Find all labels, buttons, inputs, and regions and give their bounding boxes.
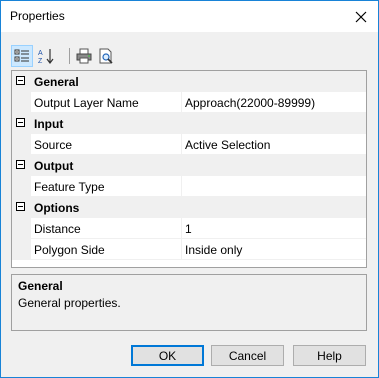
property-row[interactable]: Distance 1 — [12, 218, 366, 239]
property-row[interactable]: Polygon Side Inside only — [12, 239, 366, 260]
ok-button[interactable]: OK — [131, 345, 204, 366]
description-text: General properties. — [18, 296, 121, 310]
cancel-button[interactable]: Cancel — [211, 345, 284, 366]
category-label: General — [34, 75, 79, 89]
row-gutter — [12, 239, 31, 260]
property-grid-toolbar: A Z — [11, 45, 371, 67]
title-bar[interactable]: Properties — [1, 1, 378, 32]
property-grid: General Output Layer Name Approach(22000-8… — [11, 70, 367, 268]
column-divider — [181, 176, 182, 197]
toolbar-separator — [69, 48, 70, 64]
property-name: Polygon Side — [34, 243, 105, 257]
row-divider — [31, 259, 366, 260]
row-gutter — [12, 218, 31, 239]
column-divider — [181, 218, 182, 239]
property-value[interactable]: Active Selection — [185, 138, 270, 152]
property-name: Feature Type — [34, 180, 105, 194]
sort-alphabetical-icon: A Z — [38, 49, 54, 65]
row-gutter — [12, 92, 31, 113]
sort-alphabetical-button[interactable]: A Z — [35, 45, 57, 67]
property-name: Source — [34, 138, 73, 152]
close-icon — [355, 11, 367, 22]
property-value[interactable]: 1 — [185, 222, 192, 236]
category-label: Input — [34, 117, 64, 131]
property-row[interactable]: Feature Type — [12, 176, 366, 197]
window-title: Properties — [10, 9, 65, 23]
categorized-icon — [14, 49, 29, 62]
category-label: Options — [34, 201, 80, 215]
print-preview-icon — [99, 48, 113, 64]
category-label: Output — [34, 159, 74, 173]
help-button[interactable]: Help — [293, 345, 366, 366]
description-title: General — [18, 279, 63, 293]
property-name: Distance — [34, 222, 81, 236]
collapse-icon[interactable] — [16, 160, 25, 169]
column-divider — [181, 92, 182, 113]
category-row-general[interactable]: General — [12, 71, 366, 92]
category-row-options[interactable]: Options — [12, 197, 366, 218]
collapse-icon[interactable] — [16, 202, 25, 211]
row-gutter — [12, 176, 31, 197]
property-value[interactable]: Inside only — [185, 243, 242, 257]
print-icon — [76, 48, 92, 64]
svg-text:A: A — [38, 50, 43, 57]
collapse-icon[interactable] — [16, 118, 25, 127]
categorized-button[interactable] — [11, 45, 33, 67]
collapse-icon[interactable] — [16, 76, 25, 85]
column-divider — [181, 134, 182, 155]
property-value[interactable]: Approach(22000-89999) — [185, 96, 315, 110]
close-button[interactable] — [344, 1, 378, 32]
print-preview-button[interactable] — [95, 45, 117, 67]
property-row[interactable]: Source Active Selection — [12, 134, 366, 155]
property-name: Output Layer Name — [34, 96, 139, 110]
description-panel: General General properties. — [11, 274, 367, 331]
print-button[interactable] — [73, 45, 95, 67]
row-gutter — [12, 134, 31, 155]
category-row-input[interactable]: Input — [12, 113, 366, 134]
column-divider — [181, 239, 182, 260]
properties-dialog: Properties A Z General Output Layer Name… — [0, 0, 379, 378]
category-row-output[interactable]: Output — [12, 155, 366, 176]
svg-text:Z: Z — [38, 58, 43, 65]
property-row[interactable]: Output Layer Name Approach(22000-89999) — [12, 92, 366, 113]
